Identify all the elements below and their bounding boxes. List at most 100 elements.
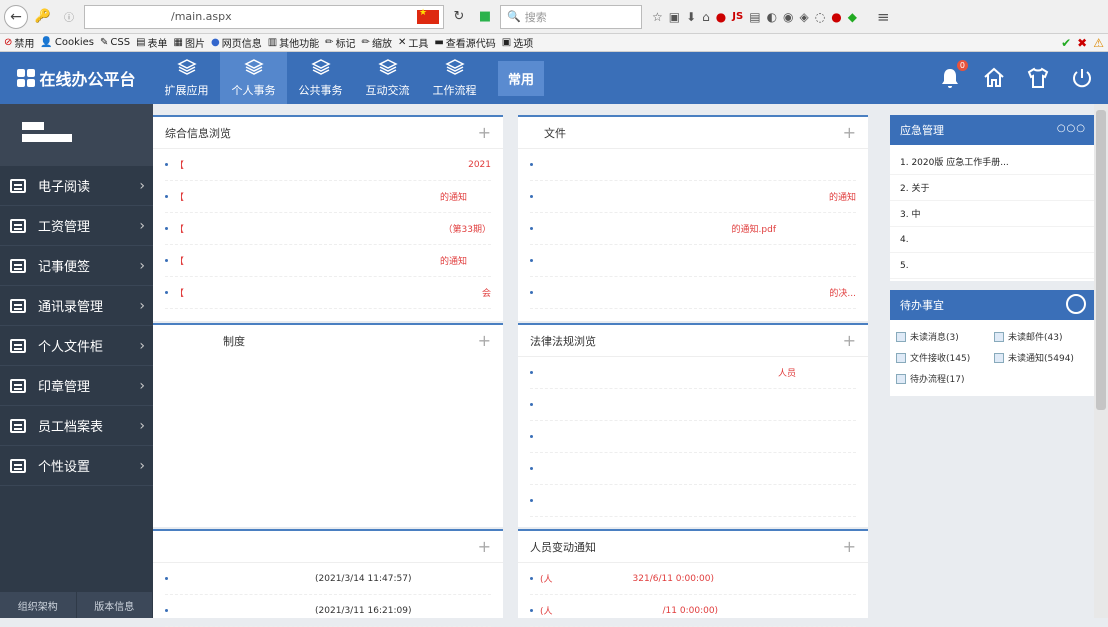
- checkbox-icon: [994, 331, 1004, 342]
- back-icon[interactable]: ←: [4, 4, 28, 29]
- tab-extension-apps[interactable]: 扩展应用: [153, 52, 220, 104]
- panel-list: 1. 2020版 应急工作手册... 2. 关于 3. 中 4. 5.: [890, 145, 1094, 283]
- form-icon: ▤: [136, 37, 146, 48]
- bookmark-item[interactable]: ▣ 选项: [502, 35, 533, 50]
- menu-icon[interactable]: ≡: [877, 8, 890, 26]
- list-item[interactable]: 的通知: [530, 181, 856, 213]
- sidebar-item-personalization[interactable]: 个性设置 ›: [0, 446, 153, 486]
- plus-icon[interactable]: +: [478, 123, 491, 142]
- list-item[interactable]: [530, 245, 856, 277]
- sidebar-item-contacts[interactable]: 通讯录管理 ›: [0, 286, 153, 326]
- shield-icon[interactable]: ◆: [848, 10, 857, 24]
- addon-icon[interactable]: ●: [716, 10, 726, 24]
- bookmark-item[interactable]: ✕ 工具: [398, 35, 428, 50]
- plus-icon[interactable]: +: [843, 123, 856, 142]
- list-item[interactable]: 【会: [165, 277, 491, 309]
- list-item[interactable]: (人/11 0:00:00): [530, 595, 856, 627]
- page-scrollbar[interactable]: [1094, 104, 1108, 618]
- extension-icon[interactable]: ■: [474, 6, 496, 28]
- list-item[interactable]: [530, 421, 856, 453]
- org-structure-button[interactable]: 组织架构: [0, 592, 77, 618]
- addon-icon[interactable]: ◐: [767, 10, 777, 24]
- url-input[interactable]: /main.aspx: [84, 4, 444, 29]
- sidebar-item-file-cabinet[interactable]: 个人文件柜 ›: [0, 326, 153, 366]
- addon-icon[interactable]: ◉: [783, 10, 793, 24]
- todo-unread-mail[interactable]: 未读邮件(43): [994, 330, 1088, 343]
- download-icon[interactable]: ⬇: [686, 10, 696, 24]
- sidebar-item-e-reading[interactable]: 电子阅读 ›: [0, 166, 153, 206]
- js-icon[interactable]: JS: [732, 11, 743, 22]
- list-item[interactable]: 【的通知: [165, 181, 491, 213]
- list-item[interactable]: (人 321/6/11 0:00:00): [530, 563, 856, 595]
- clipboard-icon[interactable]: ▣: [669, 10, 680, 24]
- todo-pending-workflow[interactable]: 待办流程(17): [896, 372, 990, 385]
- addon-icon[interactable]: ◈: [800, 10, 809, 24]
- tab-personal-affairs[interactable]: 个人事务: [220, 52, 287, 104]
- bell-icon[interactable]: 0: [938, 60, 968, 90]
- list-item[interactable]: [530, 149, 856, 181]
- todo-file-received[interactable]: 文件接收(145): [896, 351, 990, 364]
- addon-icon[interactable]: ◌: [815, 10, 825, 24]
- list-item[interactable]: 1. 2020版 应急工作手册...: [890, 149, 1094, 175]
- list-item[interactable]: 【2021: [165, 149, 491, 181]
- plus-icon[interactable]: +: [478, 331, 491, 350]
- addon-icon[interactable]: ●: [831, 10, 841, 24]
- addon-icon[interactable]: ▤: [749, 10, 760, 24]
- search-input[interactable]: 🔍 搜索: [500, 4, 642, 29]
- notification-badge: 0: [956, 60, 968, 71]
- version-info-button[interactable]: 版本信息: [76, 592, 153, 618]
- gear-icon[interactable]: [1066, 294, 1086, 314]
- bookmark-status: ✔ ✖ ⚠: [1061, 36, 1104, 50]
- list-item[interactable]: [530, 485, 856, 517]
- tab-public-affairs[interactable]: 公共事务: [287, 52, 354, 104]
- bookmark-item[interactable]: ⊘ 禁用: [4, 35, 34, 50]
- tab-workflow[interactable]: 工作流程: [421, 52, 488, 104]
- bookmark-item[interactable]: ▥ 其他功能: [268, 35, 319, 50]
- list-item[interactable]: 5.: [890, 253, 1094, 279]
- bookmark-item[interactable]: 👤 Cookies: [40, 37, 94, 48]
- plus-icon[interactable]: +: [843, 537, 856, 556]
- home-icon[interactable]: [982, 66, 1006, 90]
- sidebar-item-seal[interactable]: 印章管理 ›: [0, 366, 153, 406]
- todo-unread-messages[interactable]: 未读消息(3): [896, 330, 990, 343]
- sidebar-item-salary[interactable]: 工资管理 ›: [0, 206, 153, 246]
- sidebar-item-notes[interactable]: 记事便签 ›: [0, 246, 153, 286]
- info-icon[interactable]: ⓘ: [58, 6, 80, 28]
- home-icon[interactable]: ⌂: [702, 10, 710, 24]
- shirt-icon[interactable]: [1026, 66, 1050, 90]
- list-item[interactable]: 的决...: [530, 277, 856, 309]
- sidebar-item-employee-records[interactable]: 员工档案表 ›: [0, 406, 153, 446]
- bookmark-item[interactable]: ✏ 缩放: [362, 35, 392, 50]
- todo-unread-notices[interactable]: 未读通知(5494): [994, 351, 1088, 364]
- bookmark-item[interactable]: ▤ 表单: [136, 35, 167, 50]
- bookmark-item[interactable]: ✎ CSS: [100, 37, 130, 48]
- list-item[interactable]: (2021/3/11 16:21:09): [165, 595, 491, 627]
- list-item[interactable]: [530, 389, 856, 421]
- plus-icon[interactable]: +: [843, 331, 856, 350]
- list-icon: [10, 418, 26, 433]
- app-logo[interactable]: 在线办公平台: [0, 52, 153, 104]
- reload-icon[interactable]: ↻: [448, 6, 470, 28]
- list-item[interactable]: [530, 453, 856, 485]
- common-button[interactable]: 常用: [498, 60, 545, 96]
- list-item[interactable]: 【的通知: [165, 245, 491, 277]
- tab-interaction[interactable]: 互动交流: [354, 52, 421, 104]
- list-item[interactable]: 【（第33期）: [165, 213, 491, 245]
- list-item[interactable]: 2. 关于: [890, 175, 1094, 201]
- key-icon[interactable]: 🔑: [32, 6, 54, 28]
- plus-icon[interactable]: +: [478, 537, 491, 556]
- list-item[interactable]: 3. 中: [890, 201, 1094, 227]
- scrollbar-thumb[interactable]: [1096, 110, 1106, 410]
- list-item[interactable]: 4.: [890, 227, 1094, 253]
- more-icon[interactable]: ○○○: [1057, 123, 1086, 134]
- power-icon[interactable]: [1070, 66, 1094, 90]
- bookmark-item[interactable]: ▬ 查看源代码: [434, 35, 495, 50]
- list-item[interactable]: 人员: [530, 357, 856, 389]
- error-icon: ✖: [1077, 35, 1088, 50]
- bookmark-item[interactable]: ✏ 标记: [325, 35, 355, 50]
- star-icon[interactable]: ☆: [652, 10, 663, 24]
- bookmark-item[interactable]: ▦ 图片: [174, 35, 205, 50]
- list-item[interactable]: 的通知.pdf: [530, 213, 856, 245]
- list-item[interactable]: (2021/3/14 11:47:57): [165, 563, 491, 595]
- bookmark-item[interactable]: ● 网页信息: [211, 35, 262, 50]
